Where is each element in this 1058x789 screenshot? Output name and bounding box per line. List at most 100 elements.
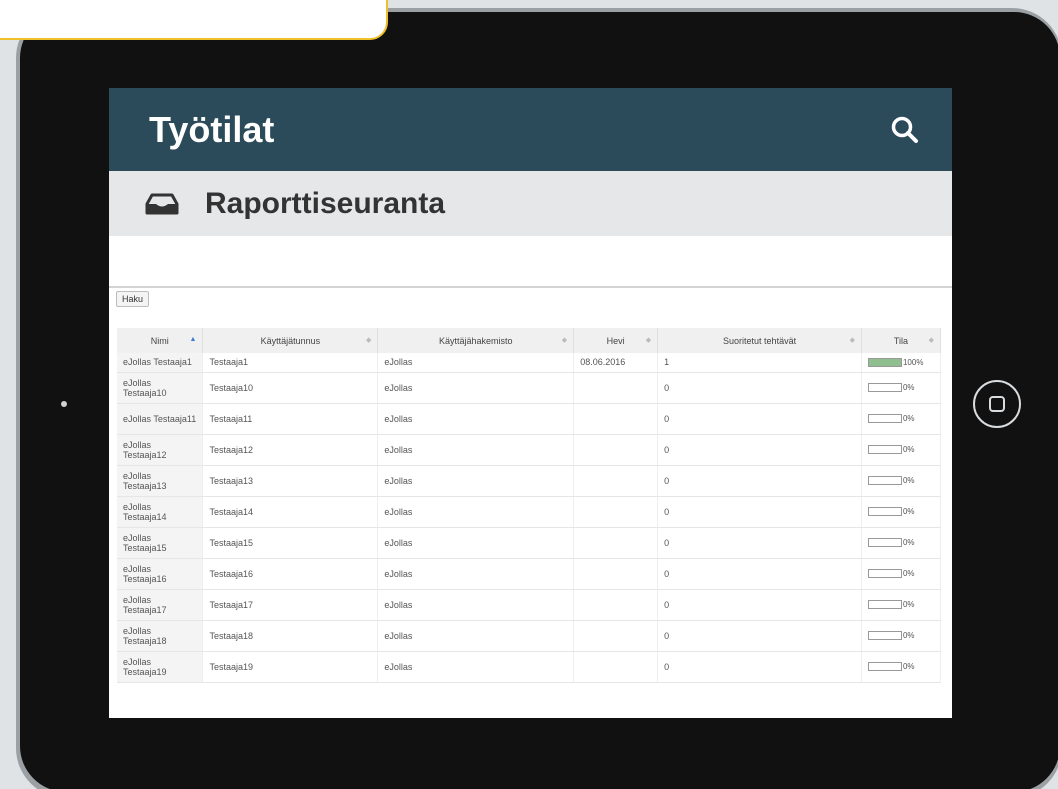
table-row[interactable]: eJollas Testaaja10 Testaaja10 eJollas 0 0% bbox=[117, 372, 942, 404]
status-progress: 0% bbox=[867, 476, 934, 485]
progress-text: 0% bbox=[902, 383, 915, 392]
status-progress: 0% bbox=[867, 662, 934, 671]
cell-status: 0% bbox=[861, 651, 942, 683]
column-header-nimi[interactable]: Nimi ▲ bbox=[117, 328, 204, 353]
cell-directory: eJollas bbox=[377, 465, 575, 497]
cell-completed: 0 bbox=[657, 372, 862, 404]
status-progress: 0% bbox=[867, 600, 934, 609]
tablet-screen: Työtilat Raporttiseuranta Haku Nimi ▲ Käy… bbox=[109, 88, 952, 718]
cell-directory: eJollas bbox=[377, 589, 575, 621]
cell-completed: 0 bbox=[657, 434, 862, 466]
cell-username: Testaaja13 bbox=[202, 465, 379, 497]
progress-bar bbox=[867, 414, 902, 423]
column-header-label: Käyttäjätunnus bbox=[260, 335, 321, 346]
column-header-kayttajatunnus[interactable]: Käyttäjätunnus ◆ bbox=[202, 328, 379, 353]
cell-name: eJollas Testaaja11 bbox=[117, 403, 204, 435]
progress-text: 0% bbox=[902, 538, 915, 547]
cell-username: Testaaja19 bbox=[202, 651, 379, 683]
sort-asc-icon: ▲ bbox=[189, 336, 197, 343]
status-progress: 0% bbox=[867, 383, 934, 392]
filter-area bbox=[109, 236, 952, 288]
progress-text: 0% bbox=[902, 507, 915, 516]
table-row[interactable]: eJollas Testaaja17 Testaaja17 eJollas 0 0% bbox=[117, 589, 942, 621]
cell-status: 0% bbox=[861, 403, 942, 435]
haku-button[interactable]: Haku bbox=[116, 291, 150, 307]
table-row[interactable]: eJollas Testaaja1 Testaaja1 eJollas 08.06.2… bbox=[117, 353, 942, 373]
cell-status: 0% bbox=[861, 434, 942, 466]
cell-directory: eJollas bbox=[377, 434, 575, 466]
cell-completed: 1 bbox=[657, 353, 862, 373]
cell-status: 0% bbox=[861, 372, 942, 404]
column-header-tila[interactable]: Tila ◆ bbox=[861, 328, 942, 353]
cell-directory: eJollas bbox=[377, 651, 575, 683]
table-row[interactable]: eJollas Testaaja15 Testaaja15 eJollas 0 0% bbox=[117, 527, 942, 559]
cell-completed: 0 bbox=[657, 558, 862, 590]
sort-icon: ◆ bbox=[365, 337, 372, 344]
report-table: Nimi ▲ Käyttäjätunnus ◆ Käyttäjähakemisto ◆… bbox=[117, 328, 942, 683]
cell-completed: 0 bbox=[657, 403, 862, 435]
column-header-hevi[interactable]: Hevi ◆ bbox=[573, 328, 659, 353]
table-row[interactable]: eJollas Testaaja11 Testaaja11 eJollas 0 0% bbox=[117, 403, 942, 435]
search-icon[interactable] bbox=[890, 115, 920, 145]
subheader: Raporttiseuranta bbox=[109, 171, 952, 236]
cell-name: eJollas Testaaja1 bbox=[117, 353, 204, 373]
cell-status: 0% bbox=[861, 620, 942, 652]
table-row[interactable]: eJollas Testaaja19 Testaaja19 eJollas 0 0% bbox=[117, 651, 942, 683]
cell-date bbox=[573, 403, 659, 435]
cell-username: Testaaja12 bbox=[202, 434, 379, 466]
progress-fill bbox=[868, 358, 901, 366]
status-progress: 100% bbox=[867, 357, 934, 367]
progress-bar bbox=[867, 507, 902, 516]
cell-completed: 0 bbox=[657, 527, 862, 559]
table-body: eJollas Testaaja1 Testaaja1 eJollas 08.06.2… bbox=[117, 353, 942, 683]
status-progress: 0% bbox=[867, 507, 934, 516]
cell-status: 100% bbox=[861, 353, 942, 373]
cell-username: Testaaja15 bbox=[202, 527, 379, 559]
column-header-kayttajahakemisto[interactable]: Käyttäjähakemisto ◆ bbox=[377, 328, 575, 353]
column-header-label: Hevi bbox=[606, 335, 625, 346]
cell-directory: eJollas bbox=[377, 403, 575, 435]
sort-icon: ◆ bbox=[849, 337, 855, 344]
cell-name: eJollas Testaaja10 bbox=[117, 372, 204, 404]
cell-date bbox=[573, 496, 659, 528]
cell-completed: 0 bbox=[657, 589, 862, 621]
cell-name: eJollas Testaaja14 bbox=[117, 496, 204, 528]
cell-directory: eJollas bbox=[377, 527, 575, 559]
cell-name: eJollas Testaaja18 bbox=[117, 620, 204, 652]
status-progress: 0% bbox=[867, 631, 934, 640]
progress-bar bbox=[867, 383, 902, 392]
cell-date bbox=[573, 589, 659, 621]
column-header-suoritetut[interactable]: Suoritetut tehtävät ◆ bbox=[657, 328, 862, 353]
cell-date: 08.06.2016 bbox=[573, 353, 659, 373]
cell-date bbox=[573, 527, 659, 559]
progress-bar bbox=[867, 631, 902, 640]
progress-text: 0% bbox=[902, 569, 915, 578]
table-header-row: Nimi ▲ Käyttäjätunnus ◆ Käyttäjähakemisto ◆… bbox=[117, 328, 942, 353]
cell-username: Testaaja10 bbox=[202, 372, 379, 404]
inbox-icon bbox=[145, 193, 179, 214]
cell-date bbox=[573, 465, 659, 497]
progress-text: 0% bbox=[902, 631, 915, 640]
table-row[interactable]: eJollas Testaaja14 Testaaja14 eJollas 0 0% bbox=[117, 496, 942, 528]
sort-icon: ◆ bbox=[561, 337, 568, 344]
cell-completed: 0 bbox=[657, 620, 862, 652]
app-title: Työtilat bbox=[149, 108, 275, 150]
cell-name: eJollas Testaaja16 bbox=[117, 558, 204, 590]
home-button-icon bbox=[989, 396, 1005, 412]
cell-username: Testaaja16 bbox=[202, 558, 379, 590]
home-button[interactable] bbox=[973, 380, 1021, 428]
progress-bar bbox=[867, 476, 902, 485]
progress-text: 100% bbox=[902, 357, 924, 367]
table-row[interactable]: eJollas Testaaja18 Testaaja18 eJollas 0 0% bbox=[117, 620, 942, 652]
cell-status: 0% bbox=[861, 558, 942, 590]
progress-text: 0% bbox=[902, 414, 915, 423]
table-row[interactable]: eJollas Testaaja16 Testaaja16 eJollas 0 0% bbox=[117, 558, 942, 590]
table-row[interactable]: eJollas Testaaja12 Testaaja12 eJollas 0 0% bbox=[117, 434, 942, 466]
progress-bar bbox=[867, 569, 902, 578]
cell-directory: eJollas bbox=[377, 620, 575, 652]
progress-bar bbox=[867, 662, 902, 671]
table-row[interactable]: eJollas Testaaja13 Testaaja13 eJollas 0 0% bbox=[117, 465, 942, 497]
progress-bar bbox=[867, 445, 902, 454]
cell-directory: eJollas bbox=[377, 372, 575, 404]
cell-directory: eJollas bbox=[377, 496, 575, 528]
